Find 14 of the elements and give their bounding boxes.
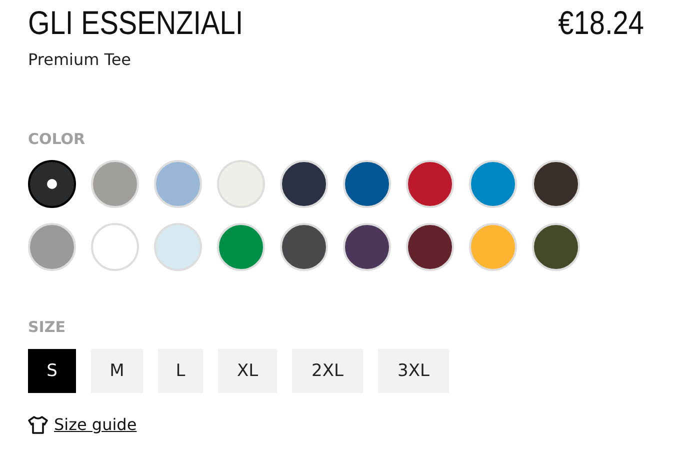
price: €18.24 bbox=[558, 4, 644, 42]
size-option[interactable]: 3XL bbox=[378, 349, 449, 393]
size-option[interactable]: 2XL bbox=[292, 349, 363, 393]
color-swatch[interactable] bbox=[28, 160, 76, 208]
product-name: Premium Tee bbox=[28, 50, 132, 69]
size-option[interactable]: XL bbox=[218, 349, 277, 393]
color-label: COLOR bbox=[28, 130, 86, 148]
t-shirt-icon bbox=[28, 416, 48, 434]
size-option[interactable]: M bbox=[91, 349, 143, 393]
size-option[interactable]: S bbox=[28, 349, 76, 393]
brand-title: GLI ESSENZIALI bbox=[28, 4, 244, 42]
size-option[interactable]: L bbox=[158, 349, 203, 393]
size-guide-link[interactable]: Size guide bbox=[54, 415, 137, 434]
size-label: SIZE bbox=[28, 318, 66, 336]
